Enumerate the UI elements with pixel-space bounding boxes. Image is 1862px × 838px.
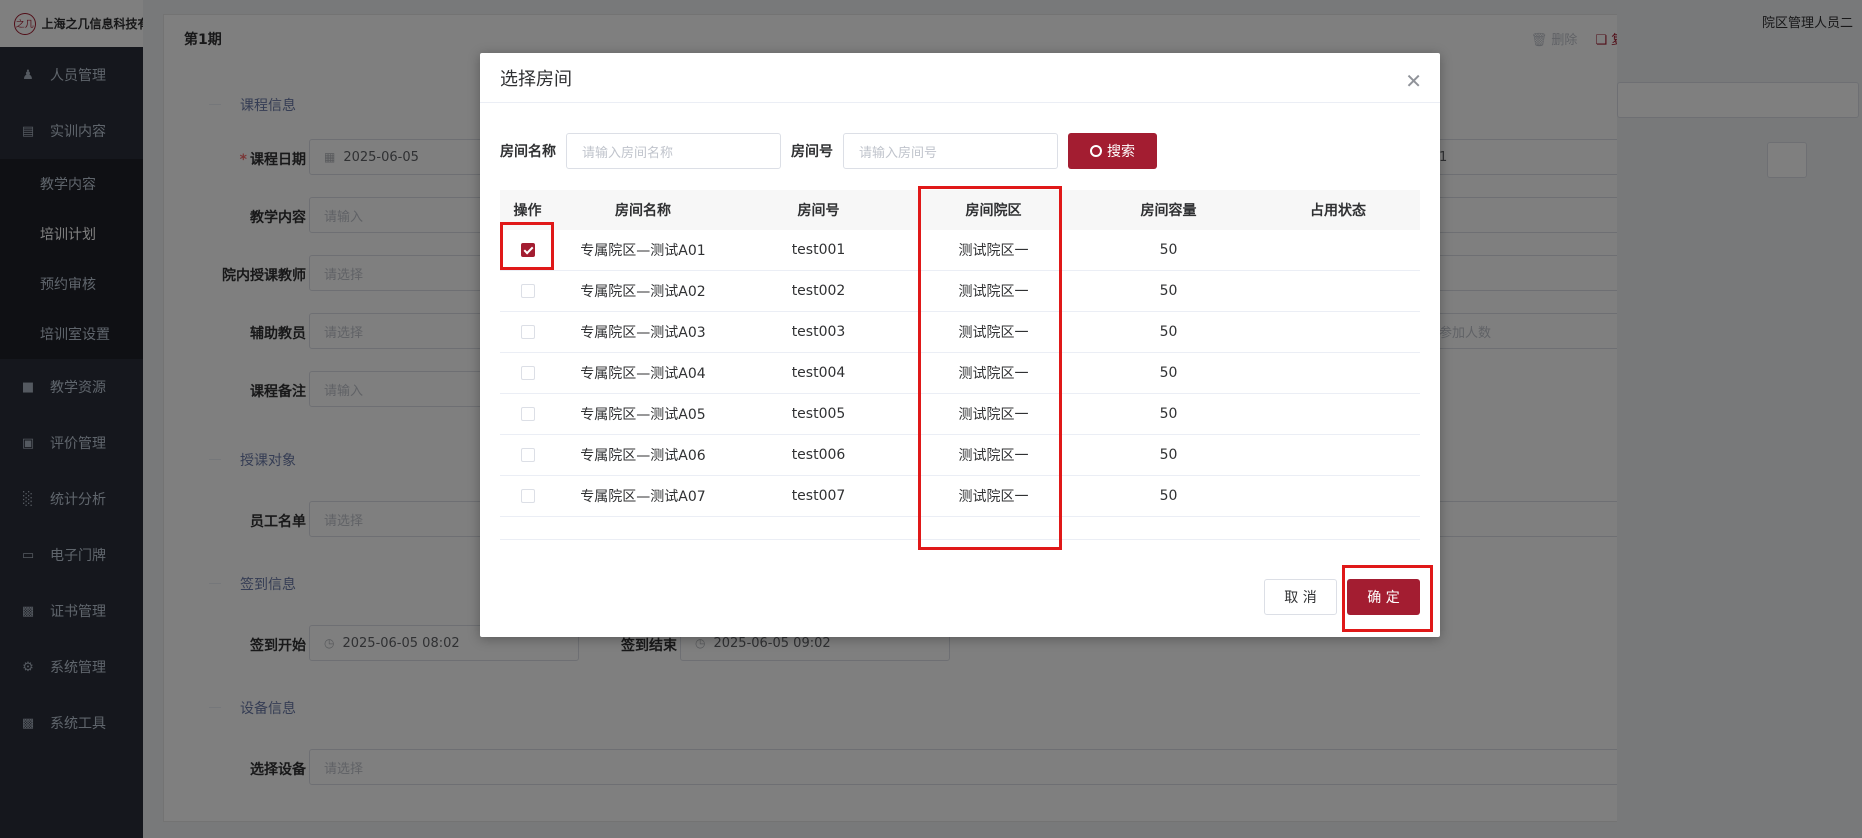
room-capacity-cell: 50 (1159, 242, 1178, 258)
room-name-cell: 专属院区—测试A06 (580, 448, 706, 464)
room-capacity-cell: 50 (1159, 488, 1178, 504)
row-checkbox[interactable] (520, 407, 535, 421)
room-area-cell: 测试院区一 (958, 284, 1029, 300)
room-name-cell: 专属院区—测试A02 (580, 284, 706, 300)
dialog-footer: 取 消 确 定 (1264, 579, 1420, 615)
dialog-header: 选择房间 ✕ (480, 53, 1440, 103)
room-no-cell: test007 (791, 488, 846, 504)
col-header: 房间号 (797, 203, 840, 219)
room-table: 操作 房间名称 房间号 房间院区 房间容量 占用状态 专属院区—测试A01 tes… (500, 190, 1420, 540)
row-select-cell (500, 407, 555, 421)
search-icon (1090, 145, 1102, 157)
room-no-cell: test006 (791, 447, 846, 463)
search-button-label: 搜索 (1107, 144, 1135, 160)
cancel-button[interactable]: 取 消 (1264, 579, 1337, 615)
table-row[interactable]: 专属院区—测试A04 test004 测试院区一 50 (500, 353, 1420, 394)
row-checkbox[interactable] (520, 284, 535, 298)
search-bar: 房间名称 请输入房间名称 房间号 请输入房间号 搜索 (500, 133, 1157, 169)
col-header: 房间容量 (1140, 203, 1197, 219)
room-area-cell: 测试院区一 (958, 407, 1029, 423)
col-header: 占用状态 (1310, 203, 1366, 219)
table-header: 操作 房间名称 房间号 房间院区 房间容量 占用状态 (500, 190, 1420, 230)
room-capacity-cell: 50 (1159, 406, 1178, 422)
room-capacity-cell: 50 (1159, 447, 1178, 463)
room-capacity-cell: 50 (1159, 324, 1178, 340)
row-select-cell (500, 325, 555, 339)
room-name-cell: 专属院区—测试A03 (580, 325, 706, 341)
room-area-cell: 测试院区一 (958, 448, 1029, 464)
room-no-cell: test002 (791, 283, 846, 299)
table-row[interactable]: 专属院区—测试A03 test003 测试院区一 50 (500, 312, 1420, 353)
row-select-cell (500, 243, 555, 257)
room-area-cell: 测试院区一 (958, 366, 1029, 382)
table-row[interactable]: 专属院区—测试A06 test006 测试院区一 50 (500, 435, 1420, 476)
row-checkbox[interactable] (520, 366, 535, 380)
room-name-cell: 专属院区—测试A01 (580, 243, 706, 259)
room-name-cell: 专属院区—测试A05 (580, 407, 706, 423)
room-area-cell: 测试院区一 (958, 243, 1029, 259)
room-capacity-cell: 50 (1159, 283, 1178, 299)
row-select-cell (500, 366, 555, 380)
table-row[interactable]: 专属院区—测试A01 test001 测试院区一 50 (500, 230, 1420, 271)
room-no-cell: test003 (791, 324, 846, 340)
row-select-cell (500, 284, 555, 298)
table-row[interactable]: 专属院区—测试A02 test002 测试院区一 50 (500, 271, 1420, 312)
row-checkbox[interactable] (520, 489, 535, 503)
confirm-button[interactable]: 确 定 (1347, 579, 1420, 615)
room-no-label: 房间号 (791, 144, 833, 160)
room-area-cell: 测试院区一 (958, 489, 1029, 505)
room-name-cell: 专属院区—测试A07 (580, 489, 706, 505)
row-checkbox[interactable] (520, 325, 535, 339)
dialog-title: 选择房间 (500, 68, 572, 90)
table-row[interactable]: 专属院区—测试A07 test007 测试院区一 50 (500, 476, 1420, 517)
room-name-input[interactable]: 请输入房间名称 (566, 133, 781, 169)
row-checkbox[interactable] (520, 448, 535, 462)
room-area-cell: 测试院区一 (958, 325, 1029, 341)
room-name-cell: 专属院区—测试A04 (580, 366, 706, 382)
close-icon[interactable]: ✕ (1405, 71, 1422, 91)
col-header: 房间院区 (965, 203, 1022, 219)
row-select-cell (500, 489, 555, 503)
room-no-cell: test004 (791, 365, 846, 381)
row-checkbox[interactable] (520, 243, 535, 257)
select-room-dialog: 选择房间 ✕ 房间名称 请输入房间名称 房间号 请输入房间号 搜索 操作 房间名… (480, 53, 1440, 637)
room-no-input[interactable]: 请输入房间号 (843, 133, 1058, 169)
room-no-cell: test005 (791, 406, 846, 422)
table-body: 专属院区—测试A01 test001 测试院区一 50 专属院区—测试A02 test00… (500, 230, 1420, 517)
table-row[interactable]: 专属院区—测试A05 test005 测试院区一 50 (500, 394, 1420, 435)
search-button[interactable]: 搜索 (1068, 133, 1157, 169)
room-no-cell: test001 (791, 242, 846, 258)
col-header: 房间名称 (615, 203, 671, 219)
room-name-label: 房间名称 (500, 144, 556, 160)
col-header: 操作 (513, 203, 542, 219)
table-footer (500, 517, 1420, 540)
row-select-cell (500, 448, 555, 462)
room-capacity-cell: 50 (1159, 365, 1178, 381)
